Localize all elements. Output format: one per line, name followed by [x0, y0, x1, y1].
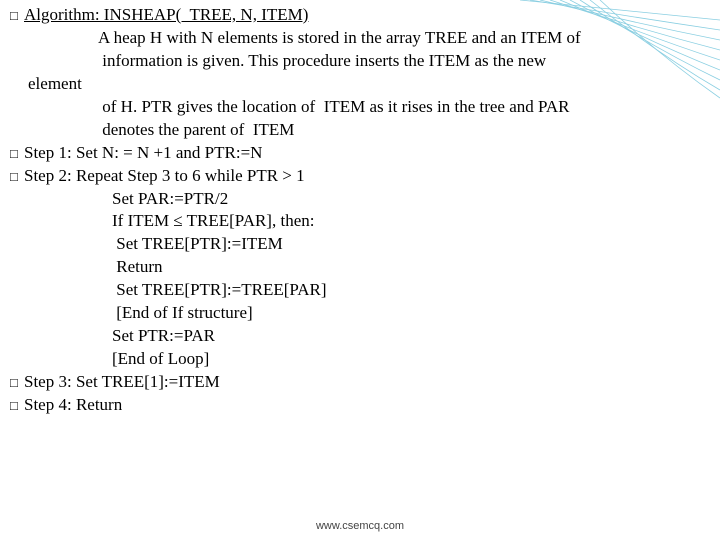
step-3: □ Step 3: Set TREE[1]:=ITEM: [10, 371, 710, 394]
step-2-body-6: [End of If structure]: [10, 302, 710, 325]
step-2-body-2: If ITEM ≤ TREE[PAR], then:: [10, 210, 710, 233]
desc-line-1: A heap H with N elements is stored in th…: [10, 27, 710, 50]
desc-line-5: denotes the parent of ITEM: [10, 119, 710, 142]
step-1: □ Step 1: Set N: = N +1 and PTR:=N: [10, 142, 710, 165]
step-2-body-5: Set TREE[PTR]:=TREE[PAR]: [10, 279, 710, 302]
algorithm-header: □ Algorithm: INSHEAP( TREE, N, ITEM): [10, 4, 710, 27]
step-1-text: Step 1: Set N: = N +1 and PTR:=N: [24, 143, 262, 162]
step-3-text: Step 3: Set TREE[1]:=ITEM: [24, 372, 220, 391]
step-2-text: Step 2: Repeat Step 3 to 6 while PTR > 1: [24, 166, 305, 185]
step-2-body-4: Return: [10, 256, 710, 279]
step-2-body-1: Set PAR:=PTR/2: [10, 188, 710, 211]
step-4: □ Step 4: Return: [10, 394, 710, 417]
slide-content: □ Algorithm: INSHEAP( TREE, N, ITEM) A h…: [0, 0, 720, 417]
algorithm-title: Algorithm: INSHEAP( TREE, N, ITEM): [24, 5, 308, 24]
step-2: □ Step 2: Repeat Step 3 to 6 while PTR >…: [10, 165, 710, 188]
desc-line-4: of H. PTR gives the location of ITEM as …: [10, 96, 710, 119]
step-4-text: Step 4: Return: [24, 395, 122, 414]
footer-url: www.csemcq.com: [0, 520, 720, 532]
step-2-body-8: [End of Loop]: [10, 348, 710, 371]
desc-line-3: element: [10, 73, 710, 96]
step-2-body-3: Set TREE[PTR]:=ITEM: [10, 233, 710, 256]
desc-line-2: information is given. This procedure ins…: [10, 50, 710, 73]
step-2-body-7: Set PTR:=PAR: [10, 325, 710, 348]
